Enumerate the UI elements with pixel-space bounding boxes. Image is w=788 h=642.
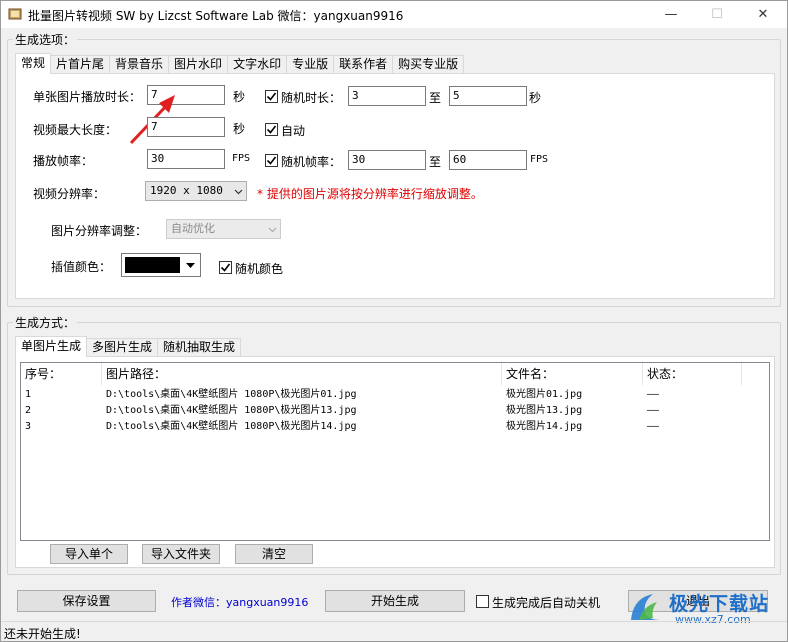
import-single-button[interactable]: 导入单个 [50, 544, 128, 564]
close-button[interactable]: ✕ [740, 1, 786, 28]
random-duration-max-input[interactable]: 5 [449, 86, 527, 106]
max-length-unit: 秒 [233, 122, 246, 136]
tab-contact[interactable]: 联系作者 [333, 55, 394, 74]
resolution-note: * 提供的图片源将按分辨率进行缩放调整。 [257, 187, 483, 201]
resolution-select[interactable]: 1920 x 1080 [145, 181, 247, 201]
random-duration-checkbox[interactable] [265, 90, 278, 103]
auto-label: 自动 [281, 124, 306, 138]
save-settings-button[interactable]: 保存设置 [17, 590, 156, 612]
author-wechat-link[interactable]: 作者微信：yangxuan9916 [171, 594, 308, 610]
fps-input[interactable]: 30 [147, 149, 225, 169]
random-fps-label: 随机帧率： [281, 155, 342, 169]
image-list[interactable]: 序号： 图片路径： 文件名： 状态： 1 D:\tools\桌面\4K壁纸图片 … [20, 362, 770, 541]
random-color-label: 随机颜色 [235, 262, 284, 276]
random-fps-min-input[interactable]: 30 [348, 150, 426, 170]
tab-pro[interactable]: 专业版 [286, 55, 335, 74]
column-header-status[interactable]: 状态： [643, 363, 742, 385]
watermark-text: 极光下载站 [669, 593, 770, 615]
cell-status: —— [647, 421, 660, 432]
auto-shutdown-checkbox[interactable] [476, 595, 489, 608]
options-tabs: 常规 片首片尾 背景音乐 图片水印 文字水印 专业版 联系作者 购买专业版 [15, 53, 465, 74]
fill-color-picker[interactable] [121, 253, 201, 277]
max-length-input[interactable]: 7 [147, 117, 225, 137]
random-duration-min-input[interactable]: 3 [348, 86, 426, 106]
mode-group-title: 生成方式： [13, 314, 78, 331]
fps-label: 播放帧率： [33, 154, 94, 168]
resolution-label: 视频分辨率： [33, 187, 106, 201]
check-icon [266, 156, 277, 165]
color-swatch [125, 257, 180, 273]
auto-checkbox[interactable] [265, 123, 278, 136]
cell-no: 2 [25, 405, 32, 416]
column-header-filename[interactable]: 文件名： [502, 363, 643, 385]
random-fps-max-input[interactable]: 60 [449, 150, 527, 170]
app-window: 批量图片转视频 SW by Lizcst Software Lab 微信：yan… [0, 0, 788, 642]
import-folder-button[interactable]: 导入文件夹 [142, 544, 220, 564]
tab-text-watermark[interactable]: 文字水印 [227, 55, 288, 74]
start-button[interactable]: 开始生成 [325, 590, 465, 612]
scale-select[interactable]: 自动优化 [166, 219, 281, 239]
duration-unit: 秒 [233, 90, 246, 104]
minimize-button[interactable]: — [648, 1, 694, 28]
mode-tabs: 单图片生成 多图片生成 随机抽取生成 [15, 336, 242, 357]
tab-buy-pro[interactable]: 购买专业版 [392, 55, 465, 74]
check-icon [220, 263, 231, 272]
max-length-label: 视频最大长度： [33, 123, 118, 137]
maximize-button[interactable]: ☐ [694, 1, 740, 28]
cell-status: —— [647, 405, 660, 416]
random-duration-unit: 秒 [529, 91, 542, 105]
tab-general[interactable]: 常规 [15, 53, 52, 74]
random-fps-checkbox[interactable] [265, 154, 278, 167]
column-header-path[interactable]: 图片路径： [102, 363, 502, 385]
random-color-checkbox[interactable] [219, 261, 232, 274]
clear-button[interactable]: 清空 [235, 544, 313, 564]
cell-no: 3 [25, 421, 32, 432]
cell-filename: 极光图片14.jpg [506, 421, 583, 432]
fps-to-label: 至 [429, 155, 442, 169]
check-icon [266, 125, 277, 134]
cell-status: —— [647, 389, 660, 400]
tab-random-pick[interactable]: 随机抽取生成 [157, 338, 242, 357]
chevron-down-icon [268, 227, 277, 233]
status-bar: 还未开始生成! [1, 621, 787, 642]
random-duration-label: 随机时长： [281, 91, 342, 105]
tab-intro-outro[interactable]: 片首片尾 [50, 55, 111, 74]
tab-background-music[interactable]: 背景音乐 [109, 55, 170, 74]
cell-no: 1 [25, 389, 32, 400]
to-label: 至 [429, 91, 442, 105]
cell-path: D:\tools\桌面\4K壁纸图片 1080P\极光图片13.jpg [106, 405, 357, 416]
table-row[interactable]: 3 D:\tools\桌面\4K壁纸图片 1080P\极光图片14.jpg 极光… [21, 419, 769, 435]
status-text: 还未开始生成! [4, 627, 81, 641]
options-group-title: 生成选项： [13, 31, 78, 48]
fps-unit: FPS [232, 153, 251, 164]
column-header-no[interactable]: 序号： [21, 363, 102, 385]
title-bar: 批量图片转视频 SW by Lizcst Software Lab 微信：yan… [1, 1, 787, 28]
table-row[interactable]: 2 D:\tools\桌面\4K壁纸图片 1080P\极光图片13.jpg 极光… [21, 403, 769, 419]
tab-single-image[interactable]: 单图片生成 [15, 336, 88, 357]
check-icon [266, 92, 277, 101]
chevron-down-icon [234, 189, 243, 195]
tab-multi-image[interactable]: 多图片生成 [86, 338, 159, 357]
scale-label: 图片分辨率调整： [51, 224, 148, 238]
dropdown-arrow-icon [186, 263, 195, 268]
tab-image-watermark[interactable]: 图片水印 [168, 55, 229, 74]
window-title: 批量图片转视频 SW by Lizcst Software Lab 微信：yan… [28, 9, 404, 23]
app-icon [8, 8, 22, 20]
cell-path: D:\tools\桌面\4K壁纸图片 1080P\极光图片01.jpg [106, 389, 357, 400]
auto-shutdown-label: 生成完成后自动关机 [492, 596, 601, 610]
cell-filename: 极光图片01.jpg [506, 389, 583, 400]
cell-path: D:\tools\桌面\4K壁纸图片 1080P\极光图片14.jpg [106, 421, 357, 432]
table-row[interactable]: 1 D:\tools\桌面\4K壁纸图片 1080P\极光图片01.jpg 极光… [21, 387, 769, 403]
cell-filename: 极光图片13.jpg [506, 405, 583, 416]
fill-color-label: 插值颜色： [51, 260, 112, 274]
random-fps-unit: FPS [530, 154, 549, 165]
